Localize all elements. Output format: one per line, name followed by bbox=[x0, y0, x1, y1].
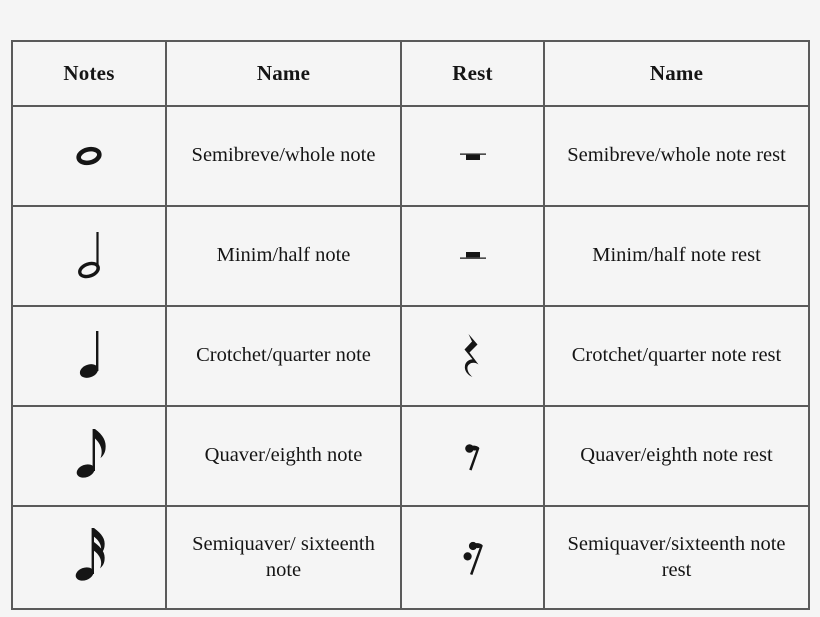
eighth-note-cell bbox=[11, 405, 167, 507]
note-name: Quaver/eighth note bbox=[165, 405, 402, 507]
eighth-note-icon bbox=[76, 429, 106, 478]
rest-name: Semibreve/whole note rest bbox=[543, 105, 810, 207]
rest-name: Quaver/eighth note rest bbox=[543, 405, 810, 507]
rest-name: Crotchet/quarter note rest bbox=[543, 305, 810, 407]
half-rest-cell bbox=[400, 205, 545, 307]
sixteenth-note-icon bbox=[75, 527, 105, 581]
table-row: Semibreve/whole note Semibreve/whole not… bbox=[11, 105, 810, 207]
eighth-rest-cell bbox=[400, 405, 545, 507]
rest-name: Minim/half note rest bbox=[543, 205, 810, 307]
eighth-rest-icon bbox=[464, 444, 479, 471]
table-body: Semibreve/whole note Semibreve/whole not… bbox=[11, 105, 810, 610]
note-name: Crotchet/quarter note bbox=[165, 305, 402, 407]
quarter-note-icon bbox=[79, 331, 99, 378]
sixteenth-rest-cell bbox=[400, 505, 545, 610]
sixteenth-rest-icon bbox=[463, 541, 483, 575]
half-note-cell bbox=[11, 205, 167, 307]
sixteenth-note-cell bbox=[11, 505, 167, 610]
table-row: Quaver/eighth note Quaver/eighth note re… bbox=[11, 405, 810, 507]
whole-rest-icon bbox=[408, 131, 537, 181]
header-notes: Notes bbox=[11, 40, 167, 107]
quarter-note-cell bbox=[11, 305, 167, 407]
note-name: Semiquaver/ sixteenth note bbox=[165, 505, 402, 610]
note-name: Semibreve/whole note bbox=[165, 105, 402, 207]
half-note-icon bbox=[78, 232, 100, 279]
half-rest-icon bbox=[459, 252, 486, 259]
table-header-row: Notes Name Rest Name bbox=[11, 40, 810, 107]
header-name-note: Name bbox=[165, 40, 402, 107]
whole-note-icon bbox=[19, 131, 159, 181]
table-header: Notes Name Rest Name bbox=[11, 40, 810, 107]
quarter-rest-cell bbox=[400, 305, 545, 407]
table-row: Semiquaver/ sixteenth note Semiquaver/si… bbox=[11, 505, 810, 610]
table-row: Crotchet/quarter note Crotchet/quarter n… bbox=[11, 305, 810, 407]
rest-name: Semiquaver/sixteenth note rest bbox=[543, 505, 810, 610]
header-rest: Rest bbox=[400, 40, 545, 107]
whole-note-cell bbox=[11, 105, 167, 207]
whole-rest-cell bbox=[400, 105, 545, 207]
table-row: Minim/half note Minim/half note rest bbox=[11, 205, 810, 307]
quarter-rest-icon bbox=[464, 334, 478, 377]
header-name-rest: Name bbox=[543, 40, 810, 107]
music-notation-table: Notes Name Rest Name Semibreve/whole not… bbox=[11, 40, 810, 610]
note-name: Minim/half note bbox=[165, 205, 402, 307]
